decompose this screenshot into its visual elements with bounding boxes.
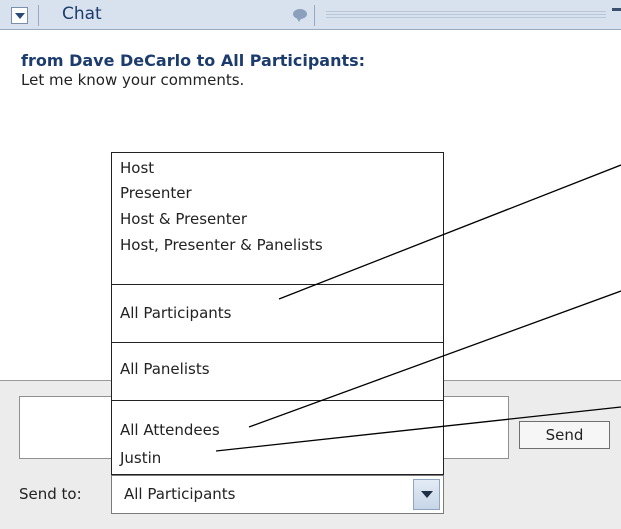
dropdown-option-justin[interactable]: Justin <box>120 448 161 468</box>
recipient-dropdown-list: Host Presenter Host & Presenter Host, Pr… <box>111 152 444 475</box>
dropdown-separator <box>112 284 443 285</box>
dropdown-separator <box>112 400 443 401</box>
drag-grip[interactable] <box>326 11 606 20</box>
message-text: Let me know your comments. <box>21 71 245 89</box>
send-to-select[interactable]: All Participants <box>111 475 444 514</box>
send-to-value: All Participants <box>124 485 236 503</box>
title-divider <box>38 5 39 26</box>
chat-bubble-icon <box>293 9 307 22</box>
dropdown-option-presenter[interactable]: Presenter <box>120 183 192 203</box>
send-to-label: Send to: <box>19 485 82 503</box>
dropdown-option-host-presenter[interactable]: Host & Presenter <box>120 209 247 229</box>
dropdown-separator <box>112 342 443 343</box>
dropdown-arrow-icon[interactable] <box>413 479 440 510</box>
dropdown-option-all-attendees[interactable]: All Attendees <box>120 420 220 440</box>
chat-titlebar: Chat <box>0 0 621 30</box>
send-button[interactable]: Send <box>519 421 610 449</box>
panel-title: Chat <box>62 4 102 24</box>
dropdown-option-all-panelists[interactable]: All Panelists <box>120 359 210 379</box>
minimize-icon[interactable] <box>612 8 621 11</box>
chat-panel: Chat from Dave DeCarlo to All Participan… <box>0 0 621 529</box>
dropdown-option-host-presenter-panelists[interactable]: Host, Presenter & Panelists <box>120 235 323 255</box>
dropdown-option-all-participants[interactable]: All Participants <box>120 303 231 323</box>
dropdown-option-host[interactable]: Host <box>120 158 154 178</box>
title-divider-2 <box>314 5 315 26</box>
message-sender: from Dave DeCarlo to All Participants: <box>21 51 366 70</box>
collapse-arrow-icon[interactable] <box>11 7 28 24</box>
